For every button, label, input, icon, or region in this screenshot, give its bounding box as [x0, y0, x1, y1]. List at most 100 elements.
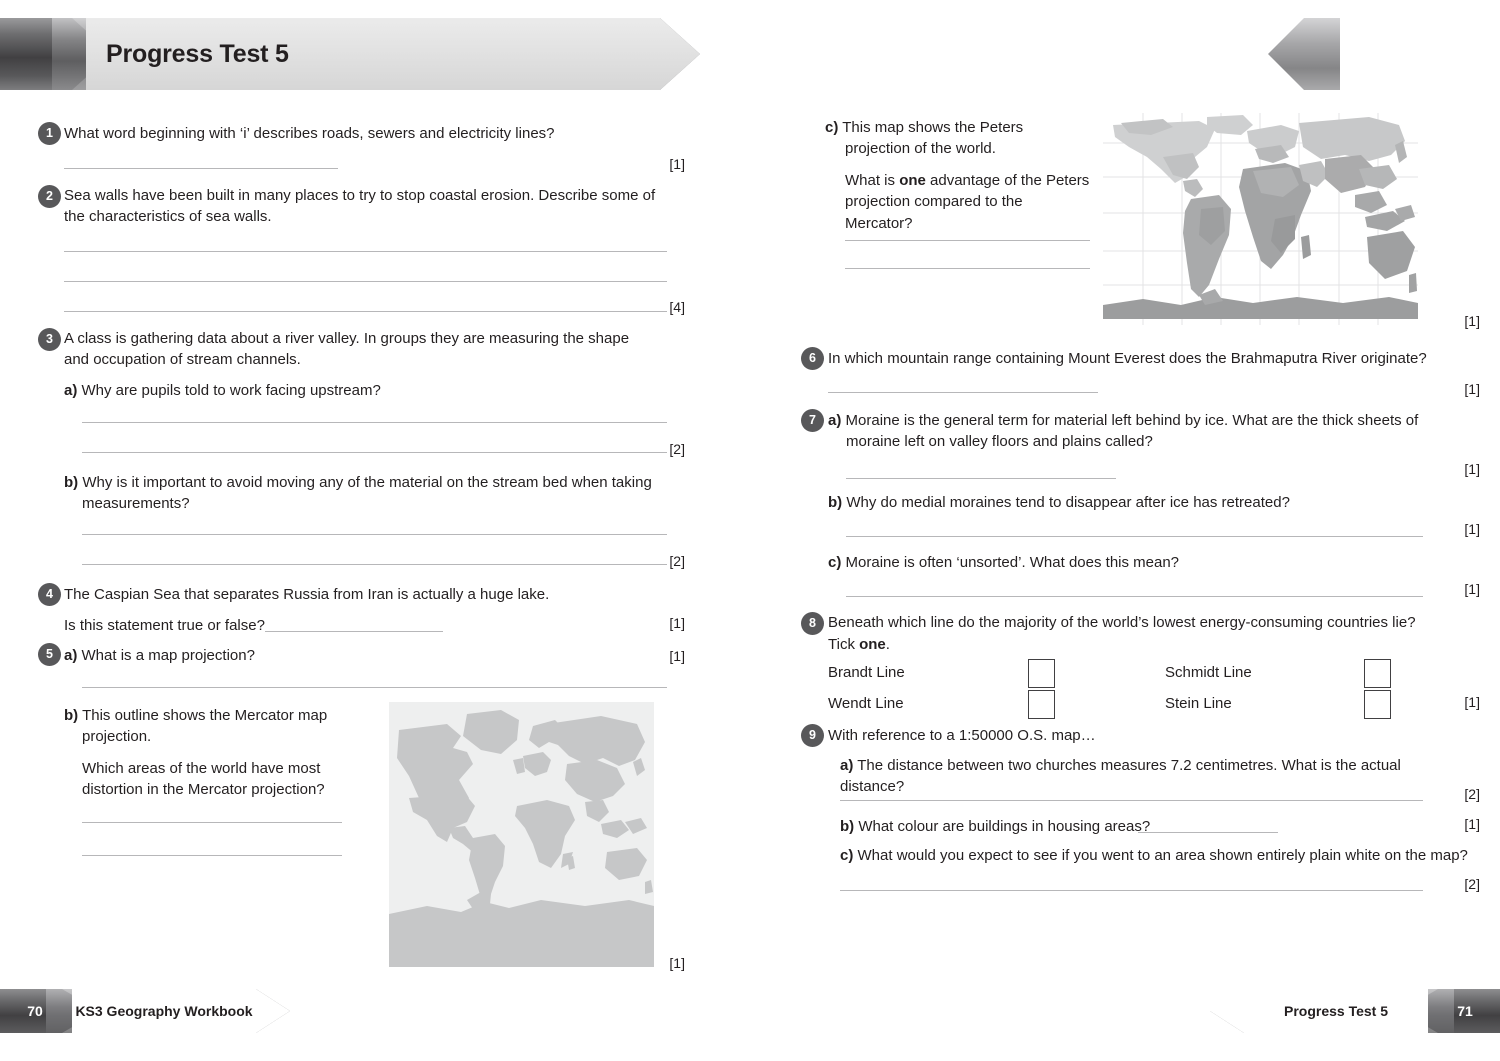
marks-q3a: [2] — [669, 441, 685, 457]
question-number-3: 3 — [38, 328, 61, 351]
answer-line[interactable] — [828, 392, 1098, 393]
answer-line[interactable] — [845, 240, 1090, 241]
tick-checkbox-wendt[interactable] — [1028, 690, 1055, 719]
marks-q3b: [2] — [669, 553, 685, 569]
footer-book-title: KS3 Geography Workbook — [75, 1003, 253, 1019]
question-5b-text-2: Which areas of the world have most disto… — [82, 760, 325, 799]
marks-q5a: [1] — [669, 648, 685, 664]
left-page-header-banner: Progress Test 5 — [0, 18, 700, 90]
question-9c-label: c) — [840, 847, 854, 864]
answer-line[interactable] — [64, 168, 338, 169]
question-9a-text: The distance between two churches measur… — [840, 757, 1401, 796]
marks-q1: [1] — [669, 156, 685, 172]
tick-checkbox-brandt[interactable] — [1028, 659, 1055, 688]
marks-q2: [4] — [669, 299, 685, 315]
answer-line[interactable] — [846, 596, 1423, 597]
tick-option-label-stein: Stein Line — [1165, 695, 1232, 712]
answer-line[interactable] — [82, 422, 667, 423]
question-5c: c) This map shows the Peters projection … — [825, 117, 1090, 160]
question-1-text: What word beginning with ‘i’ describes r… — [64, 125, 555, 142]
tick-option-label-brandt: Brandt Line — [828, 664, 905, 681]
question-7a-label: a) — [828, 412, 842, 429]
answer-line[interactable] — [82, 534, 667, 535]
question-7b: b) Why do medial moraines tend to disapp… — [828, 492, 1448, 513]
footer-page-number-left: 70 — [27, 1003, 43, 1019]
answer-line[interactable] — [845, 268, 1090, 269]
question-5b-text-1: This outline shows the Mercator map proj… — [82, 707, 328, 746]
question-7a-text: Moraine is the general term for material… — [845, 412, 1419, 451]
question-9-text: With reference to a 1:50000 O.S. map… — [828, 727, 1096, 744]
question-3b-label: b) — [64, 474, 79, 491]
tick-option-label-wendt: Wendt Line — [828, 695, 904, 712]
answer-line[interactable] — [82, 855, 342, 856]
marks-q7a: [1] — [1464, 461, 1480, 477]
answer-line[interactable] — [82, 452, 667, 453]
question-number-9: 9 — [801, 724, 824, 747]
question-9c-text: What would you expect to see if you went… — [857, 847, 1468, 864]
right-page-title: Progress — [1369, 39, 1478, 68]
answer-line[interactable] — [840, 800, 1423, 801]
marks-q7c: [1] — [1464, 581, 1480, 597]
mercator-map-svg — [389, 702, 654, 967]
question-number-2: 2 — [38, 185, 61, 208]
tick-text-bold: one — [859, 636, 886, 653]
marks-q9a: [2] — [1464, 786, 1480, 802]
peters-map-image — [1103, 113, 1418, 325]
question-7c-text: Moraine is often ‘unsorted’. What does t… — [845, 554, 1180, 571]
question-9c: c) What would you expect to see if you w… — [840, 845, 1470, 866]
question-number-8: 8 — [801, 612, 824, 635]
question-7a: a) Moraine is the general term for mater… — [828, 410, 1446, 453]
answer-line[interactable] — [82, 564, 667, 565]
question-number-6: 6 — [801, 347, 824, 370]
marks-q9b: [1] — [1464, 816, 1480, 832]
marks-q6: [1] — [1464, 381, 1480, 397]
question-4-text: The Caspian Sea that separates Russia fr… — [64, 586, 550, 603]
right-page-header-banner: Progress — [1268, 18, 1500, 90]
question-number-1: 1 — [38, 122, 61, 145]
answer-line[interactable] — [846, 536, 1423, 537]
marks-q4: [1] — [669, 615, 685, 631]
question-5c-text-2-wrap: What is one advantage of the Peters proj… — [845, 170, 1090, 234]
answer-line[interactable] — [265, 631, 443, 632]
tick-checkbox-stein[interactable] — [1364, 690, 1391, 719]
question-8-tick-instruction: Tick one. — [828, 634, 1128, 655]
question-5c-label: c) — [825, 119, 839, 136]
question-5b-label: b) — [64, 707, 79, 724]
question-3a-text: Why are pupils told to work facing upstr… — [81, 382, 381, 399]
answer-line[interactable] — [846, 478, 1116, 479]
marks-q5c: [1] — [1464, 313, 1480, 329]
right-page: Progress c) This map shows the Peters pr… — [750, 0, 1500, 1061]
question-number-5: 5 — [38, 643, 61, 666]
question-4-prompt: Is this statement true or false? — [64, 617, 265, 634]
answer-line[interactable] — [840, 890, 1423, 891]
answer-line[interactable] — [64, 281, 667, 282]
answer-line[interactable] — [64, 311, 667, 312]
peters-map-svg — [1103, 113, 1418, 325]
footer-test-title: Progress Test 5 — [1283, 1003, 1388, 1019]
answer-line[interactable] — [64, 251, 667, 252]
question-5a: a) What is a map projection? — [64, 645, 464, 666]
tick-checkbox-schmidt[interactable] — [1364, 659, 1391, 688]
question-5c-text-before: What is — [845, 172, 900, 189]
tick-text-before: Tick — [828, 636, 860, 653]
question-3-text: A class is gathering data about a river … — [64, 330, 630, 369]
left-page: Progress Test 5 1 What word beginning wi… — [0, 0, 750, 1061]
question-7b-text: Why do medial moraines tend to disappear… — [846, 494, 1290, 511]
marks-q8: [1] — [1464, 694, 1480, 710]
left-page-footer: KS3 Geography Workbook 70 — [0, 989, 290, 1033]
question-9b-text: What colour are buildings in housing are… — [858, 818, 1151, 835]
answer-line[interactable] — [1138, 832, 1278, 833]
page-title: Progress Test 5 — [106, 39, 289, 68]
question-9a: a) The distance between two churches mea… — [840, 755, 1460, 798]
question-5a-label: a) — [64, 647, 78, 664]
right-page-footer: Progress Test 5 71 — [1210, 989, 1500, 1033]
mercator-map-image — [389, 702, 654, 967]
question-number-4: 4 — [38, 583, 61, 606]
question-5c-text-bold: one — [899, 172, 926, 189]
answer-line[interactable] — [82, 822, 342, 823]
question-7c: c) Moraine is often ‘unsorted’. What doe… — [828, 552, 1448, 573]
marks-q7b: [1] — [1464, 521, 1480, 537]
question-5a-text: What is a map projection? — [81, 647, 255, 664]
tick-option-label-schmidt: Schmidt Line — [1165, 664, 1252, 681]
answer-line[interactable] — [82, 687, 667, 688]
